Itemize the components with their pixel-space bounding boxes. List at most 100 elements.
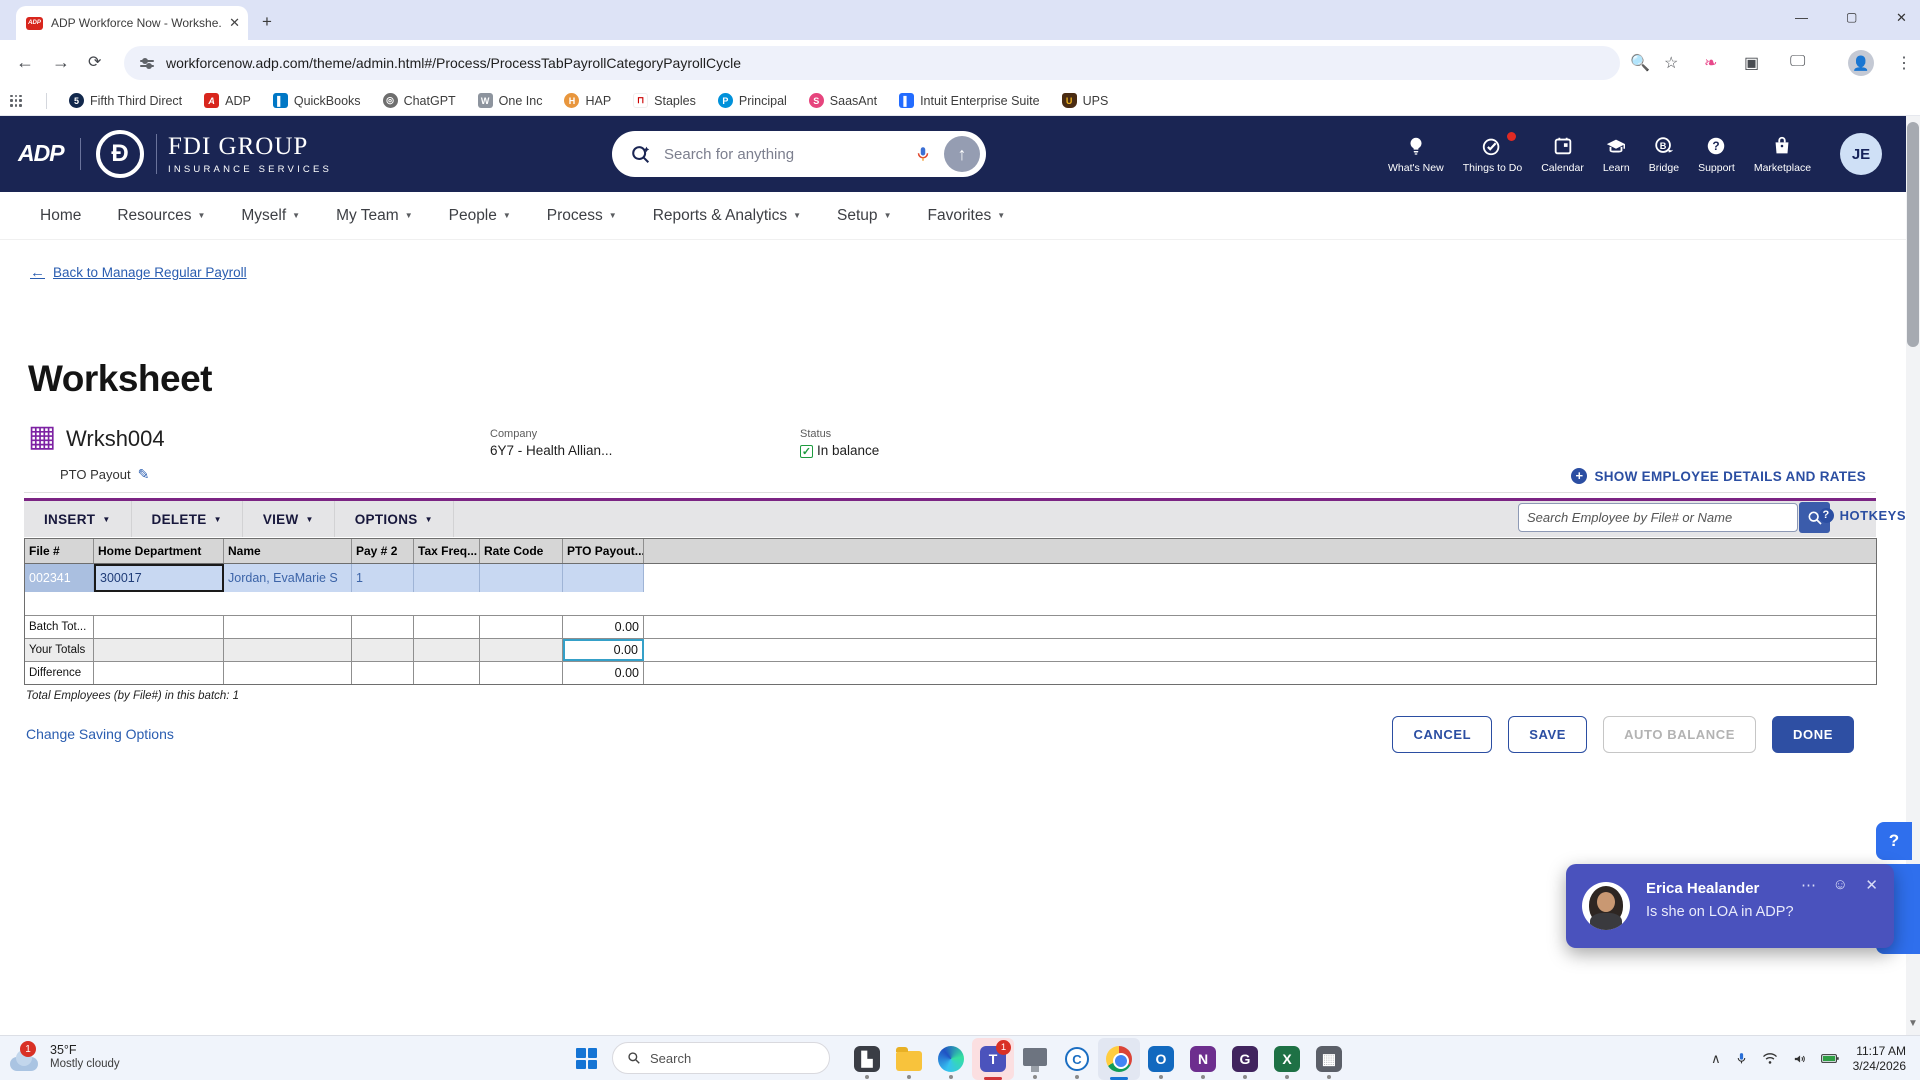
view-menu-button[interactable]: VIEW▼ (243, 501, 335, 537)
more-options-icon[interactable]: ⋯ (1801, 876, 1816, 894)
cell-pto-payout[interactable] (563, 564, 644, 592)
bookmark-staples[interactable]: ⊓Staples (633, 93, 696, 108)
options-menu-button[interactable]: OPTIONS▼ (335, 501, 454, 537)
browser-tab[interactable]: ADP ADP Workforce Now - Workshe... ✕ (16, 6, 248, 40)
cell-home-department-selected[interactable]: 300017 (94, 564, 224, 592)
url-bar[interactable]: workforcenow.adp.com/theme/admin.html#/P… (124, 46, 1620, 80)
bookmark-intuit-suite[interactable]: ▌Intuit Enterprise Suite (899, 93, 1040, 108)
help-flyout-button[interactable]: ? (1876, 822, 1912, 860)
global-search-bar[interactable]: ↑ (612, 131, 986, 177)
cell-file-number[interactable]: 002341 (25, 564, 94, 592)
bookmark-ups[interactable]: UUPS (1062, 93, 1109, 108)
bookmark-quickbooks[interactable]: ▌QuickBooks (273, 93, 361, 108)
col-pay2[interactable]: Pay # 2 (352, 539, 414, 563)
microphone-icon[interactable] (914, 145, 932, 163)
insert-menu-button[interactable]: INSERT▼ (24, 501, 132, 537)
app-calculator[interactable]: ▦ (1308, 1038, 1350, 1080)
bookmark-principal[interactable]: PPrincipal (718, 93, 787, 108)
cancel-button[interactable]: CANCEL (1392, 716, 1492, 753)
col-pto-payout[interactable]: PTO Payout... (563, 539, 644, 563)
zoom-icon[interactable]: 🔍 (1630, 53, 1650, 73)
app-g[interactable]: G (1224, 1038, 1266, 1080)
calendar-button[interactable]: Calendar (1541, 135, 1584, 174)
cell-tax-freq[interactable] (414, 564, 480, 592)
teams-notification[interactable]: Erica Healander Is she on LOA in ADP? ⋯ … (1566, 864, 1894, 948)
delete-menu-button[interactable]: DELETE▼ (132, 501, 243, 537)
tab-close-icon[interactable]: ✕ (229, 15, 240, 31)
col-tax-freq[interactable]: Tax Freq... (414, 539, 480, 563)
whats-new-button[interactable]: What's New (1388, 135, 1444, 174)
app-c-ring[interactable]: C (1056, 1038, 1098, 1080)
bookmark-saasant[interactable]: SSaasAnt (809, 93, 877, 108)
volume-icon[interactable] (1792, 1052, 1807, 1066)
chrome-profile-avatar[interactable]: 👤 (1848, 50, 1874, 76)
nav-favorites[interactable]: Favorites▼ (927, 207, 1005, 225)
start-button[interactable] (576, 1048, 597, 1069)
back-to-payroll-link[interactable]: ←Back to Manage Regular Payroll (30, 264, 247, 281)
new-tab-button[interactable]: + (262, 12, 272, 32)
nav-home[interactable]: Home (40, 207, 81, 225)
nav-setup[interactable]: Setup▼ (837, 207, 891, 225)
scrollbar-down-arrow[interactable]: ▼ (1908, 1018, 1918, 1029)
col-name[interactable]: Name (224, 539, 352, 563)
search-submit-button[interactable]: ↑ (944, 136, 980, 172)
window-close-button[interactable]: ✕ (1896, 10, 1907, 26)
window-minimize-button[interactable]: — (1795, 10, 1808, 25)
cell-employee-name[interactable]: Jordan, EvaMarie S (224, 564, 352, 592)
weather-widget[interactable]: 1 35°F Mostly cloudy (8, 1039, 120, 1073)
save-button[interactable]: SAVE (1508, 716, 1587, 753)
page-scrollbar-thumb[interactable] (1907, 122, 1919, 347)
window-maximize-button[interactable]: ▢ (1846, 10, 1857, 24)
app-widgets[interactable]: ▙ (846, 1038, 888, 1080)
col-home-department[interactable]: Home Department (94, 539, 224, 563)
app-onenote[interactable]: N (1182, 1038, 1224, 1080)
marketplace-button[interactable]: Marketplace (1754, 135, 1811, 174)
cast-device-icon[interactable]: 🖵 (1790, 53, 1805, 71)
your-totals-value[interactable]: 0.00 (563, 639, 644, 661)
reload-button[interactable]: ⟳ (88, 52, 101, 72)
app-excel[interactable]: X (1266, 1038, 1308, 1080)
extension-pink-icon[interactable]: ❧ (1704, 53, 1717, 73)
global-search-input[interactable] (664, 146, 902, 163)
bookmark-chatgpt[interactable]: ◎ChatGPT (383, 93, 456, 108)
bookmark-adp[interactable]: AADP (204, 93, 251, 108)
tray-chevron-icon[interactable]: ∧ (1711, 1051, 1721, 1067)
bookmark-one-inc[interactable]: WOne Inc (478, 93, 543, 108)
bookmark-star-icon[interactable]: ☆ (1664, 53, 1678, 73)
employee-search-input[interactable] (1518, 503, 1798, 532)
app-outlook[interactable]: O (1140, 1038, 1182, 1080)
battery-charging-icon[interactable] (1821, 1052, 1839, 1065)
cell-rate-code[interactable] (480, 564, 563, 592)
wifi-icon[interactable] (1762, 1052, 1778, 1065)
nav-people[interactable]: People▼ (449, 207, 511, 225)
cell-pay2[interactable]: 1 (352, 564, 414, 592)
change-saving-options-link[interactable]: Change Saving Options (26, 726, 174, 742)
nav-reports-analytics[interactable]: Reports & Analytics▼ (653, 207, 801, 225)
learn-button[interactable]: Learn (1603, 135, 1630, 174)
back-button[interactable]: ← (16, 52, 34, 73)
bridge-button[interactable]: B Bridge (1649, 135, 1679, 174)
nav-my-team[interactable]: My Team▼ (336, 207, 413, 225)
app-edge[interactable] (930, 1038, 972, 1080)
user-avatar[interactable]: JE (1840, 133, 1882, 175)
col-file[interactable]: File # (25, 539, 94, 563)
app-chrome[interactable] (1098, 1038, 1140, 1080)
auto-balance-button[interactable]: AUTO BALANCE (1603, 716, 1756, 753)
emoji-react-icon[interactable]: ☺ (1833, 876, 1848, 893)
done-button[interactable]: DONE (1772, 716, 1854, 753)
support-button[interactable]: ? Support (1698, 135, 1735, 174)
app-remote-desktop[interactable] (1014, 1038, 1056, 1080)
hotkeys-link[interactable]: ?HOTKEYS (1819, 508, 1906, 523)
things-to-do-button[interactable]: Things to Do (1463, 135, 1523, 174)
app-teams[interactable]: T1 (972, 1038, 1014, 1080)
apps-grid-icon[interactable] (10, 95, 22, 107)
show-employee-details-link[interactable]: + SHOW EMPLOYEE DETAILS AND RATES (1571, 468, 1866, 484)
bookmark-hap[interactable]: HHAP (564, 93, 611, 108)
extensions-puzzle-icon[interactable]: ▣ (1744, 53, 1759, 73)
taskbar-search[interactable]: Search (612, 1042, 830, 1074)
forward-button[interactable]: → (52, 52, 70, 73)
nav-resources[interactable]: Resources▼ (117, 207, 205, 225)
nav-myself[interactable]: Myself▼ (241, 207, 300, 225)
taskbar-clock[interactable]: 11:17 AM 3/24/2026 (1853, 1044, 1906, 1074)
bookmark-fifth-third[interactable]: 5Fifth Third Direct (69, 93, 182, 108)
